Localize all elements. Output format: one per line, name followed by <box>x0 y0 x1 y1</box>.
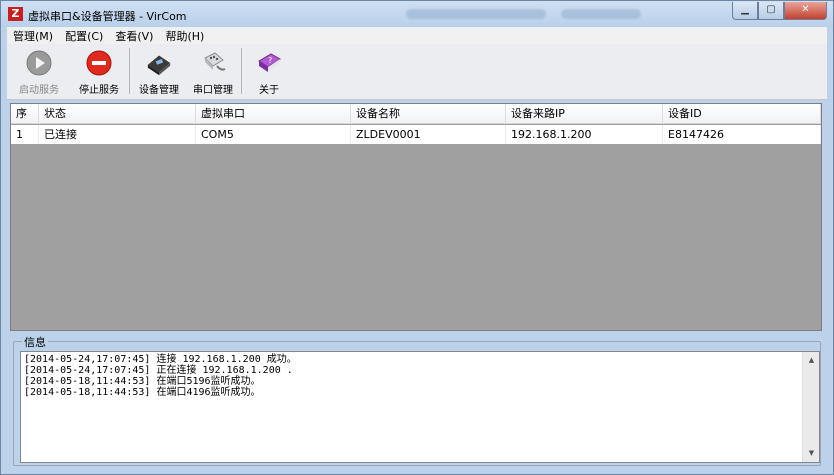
column-header-device-id[interactable]: 设备ID <box>663 104 821 124</box>
stop-service-label: 停止服务 <box>79 85 119 96</box>
log-lines: [2014-05-24,17:07:45] 连接 192.168.1.200 成… <box>21 354 297 398</box>
play-icon <box>25 49 53 77</box>
menu-manage[interactable]: 管理(M) <box>13 28 53 44</box>
table-row[interactable]: 1 已连接 COM5 ZLDEV0001 192.168.1.200 E8147… <box>11 125 821 144</box>
about-label: 关于 <box>259 85 279 96</box>
about-button[interactable]: ? 关于 <box>241 48 297 98</box>
column-header-source-ip[interactable]: 设备来路IP <box>506 104 663 124</box>
stop-icon <box>85 49 113 77</box>
blurred-background-title <box>406 9 546 19</box>
menu-config[interactable]: 配置(C) <box>65 28 103 44</box>
cell-virtual-port: COM5 <box>196 125 351 144</box>
cell-device-id: E8147426 <box>663 125 821 144</box>
help-book-icon: ? <box>255 49 283 77</box>
start-service-button[interactable]: 启动服务 <box>11 48 67 98</box>
blurred-background-title <box>561 9 641 19</box>
serial-port-icon <box>199 49 227 77</box>
menu-view[interactable]: 查看(V) <box>115 28 153 44</box>
column-header-status[interactable]: 状态 <box>39 104 196 124</box>
maximize-icon[interactable]: ▢ <box>758 2 784 20</box>
serial-manage-button[interactable]: 串口管理 <box>185 48 241 98</box>
device-table[interactable]: 序 状态 虚拟串口 设备名称 设备来路IP 设备ID 1 已连接 COM5 ZL… <box>10 103 822 331</box>
app-icon[interactable]: Z <box>8 7 23 21</box>
column-header-index[interactable]: 序 <box>11 104 39 124</box>
close-icon[interactable]: ✕ <box>784 2 827 20</box>
toolbar-separator <box>129 48 130 94</box>
window-title: 虚拟串口&设备管理器 - VirCom <box>28 10 187 23</box>
log-line: [2014-05-18,11:44:53] 在端口4196监听成功。 <box>24 387 261 398</box>
menu-help[interactable]: 帮助(H) <box>165 28 204 44</box>
stop-service-button[interactable]: 停止服务 <box>71 48 127 98</box>
log-line: [2014-05-24,17:07:45] 连接 192.168.1.200 成… <box>24 354 297 365</box>
log-scrollbar[interactable]: ▲ ▼ <box>802 352 819 462</box>
cell-index: 1 <box>11 125 39 144</box>
scroll-up-icon[interactable]: ▲ <box>803 352 820 369</box>
column-header-device-name[interactable]: 设备名称 <box>351 104 506 124</box>
device-manage-label: 设备管理 <box>139 85 179 96</box>
info-caption: 信息 <box>22 334 48 350</box>
toolbar: 启动服务 停止服务 设备管理 串口管理 ? 关于 <box>7 44 827 100</box>
log-line: [2014-05-18,11:44:53] 在端口5196监听成功。 <box>24 376 261 387</box>
minimize-icon[interactable]: ▁ <box>732 2 758 20</box>
start-service-label: 启动服务 <box>19 85 59 96</box>
app-window: Z 虚拟串口&设备管理器 - VirCom ▁ ▢ ✕ 管理(M) 配置(C) … <box>0 0 834 475</box>
svg-text:?: ? <box>268 56 272 65</box>
cell-source-ip: 192.168.1.200 <box>506 125 663 144</box>
column-header-virtual-port[interactable]: 虚拟串口 <box>196 104 351 124</box>
log-line: [2014-05-24,17:07:45] 正在连接 192.168.1.200… <box>24 365 293 376</box>
cell-device-name: ZLDEV0001 <box>351 125 506 144</box>
info-log[interactable]: [2014-05-24,17:07:45] 连接 192.168.1.200 成… <box>20 351 820 463</box>
scroll-down-icon[interactable]: ▼ <box>803 445 820 462</box>
device-icon <box>145 49 173 77</box>
title-bar[interactable]: Z 虚拟串口&设备管理器 - VirCom ▁ ▢ ✕ <box>1 1 833 27</box>
cell-status: 已连接 <box>39 125 196 144</box>
window-controls: ▁ ▢ ✕ <box>732 2 827 20</box>
serial-manage-label: 串口管理 <box>193 85 233 96</box>
table-header: 序 状态 虚拟串口 设备名称 设备来路IP 设备ID <box>11 104 821 124</box>
menu-bar: 管理(M) 配置(C) 查看(V) 帮助(H) <box>7 27 827 44</box>
device-manage-button[interactable]: 设备管理 <box>131 48 187 98</box>
